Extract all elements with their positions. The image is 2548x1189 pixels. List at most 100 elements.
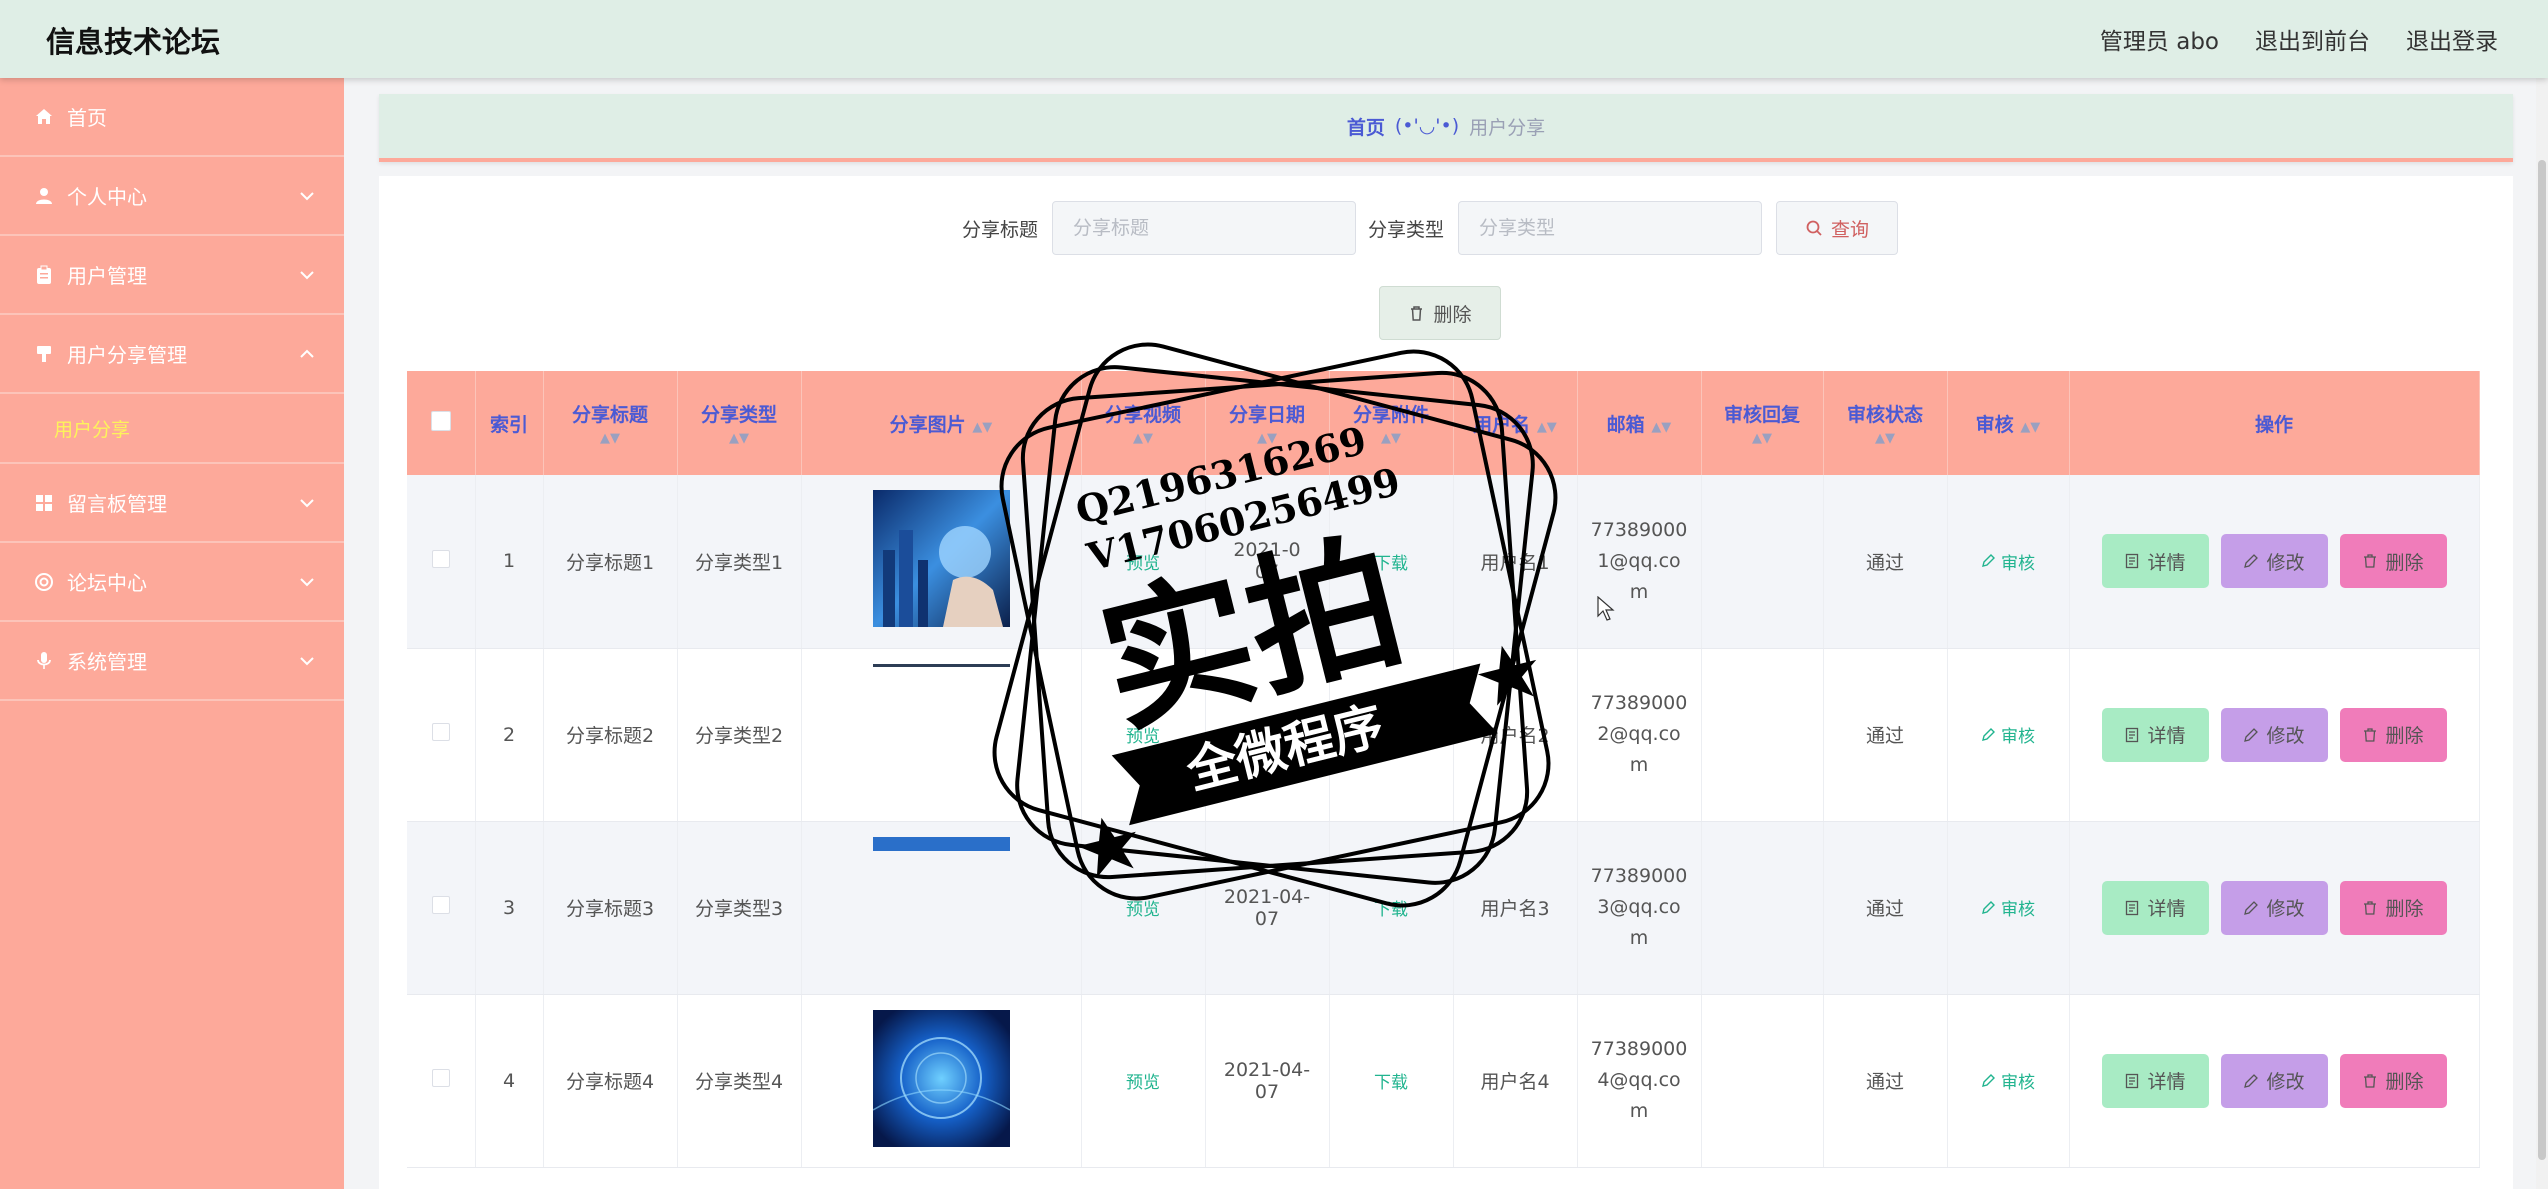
column-header[interactable]: 审核回复 ▲▼ bbox=[1701, 371, 1824, 475]
edit-pen-icon bbox=[1982, 554, 1995, 568]
index-value: 3 bbox=[502, 896, 516, 919]
detail-button[interactable]: 详情 bbox=[2101, 1053, 2209, 1108]
type-search-input[interactable] bbox=[1458, 201, 1763, 255]
column-header[interactable]: 邮箱 ▲▼ bbox=[1577, 371, 1702, 475]
column-header-label: 邮箱 bbox=[1606, 413, 1645, 436]
attachment-download-link[interactable]: 下载 bbox=[1374, 1073, 1408, 1093]
sidebar-item-home[interactable]: 首页 bbox=[0, 78, 344, 157]
row-checkbox[interactable] bbox=[431, 1069, 450, 1087]
audit-link[interactable]: 审核 bbox=[1981, 549, 2035, 574]
trash-icon bbox=[1411, 305, 1423, 321]
title-search-input[interactable] bbox=[1052, 201, 1357, 255]
column-header[interactable]: 分享类型 ▲▼ bbox=[677, 371, 802, 475]
sidebar-item-forum-center[interactable]: 论坛中心 bbox=[0, 543, 344, 622]
audit-link[interactable]: 审核 bbox=[1981, 722, 2035, 747]
sort-icon[interactable]: ▲▼ bbox=[544, 431, 677, 446]
column-header[interactable]: 分享视频 ▲▼ bbox=[1081, 371, 1206, 475]
vertical-scrollbar[interactable] bbox=[2536, 78, 2548, 1189]
sort-icon[interactable]: ▲▼ bbox=[1330, 431, 1453, 446]
audit-link-label: 审核 bbox=[2001, 727, 2035, 747]
sidebar-item-personal-center[interactable]: 个人中心 bbox=[0, 157, 344, 236]
column-header[interactable]: 审核 ▲▼ bbox=[1947, 371, 2070, 475]
attachment-download-link[interactable]: 下载 bbox=[1374, 900, 1408, 920]
mouse-cursor bbox=[1597, 596, 1615, 621]
batch-delete-button[interactable]: 删除 bbox=[1379, 286, 1501, 340]
username-cell: 用户名2 bbox=[1453, 648, 1578, 822]
sidebar-item-message-board[interactable]: 留言板管理 bbox=[0, 464, 344, 543]
detail-button[interactable]: 详情 bbox=[2101, 534, 2209, 589]
username-cell: 用户名3 bbox=[1453, 821, 1578, 995]
row-checkbox[interactable] bbox=[431, 723, 450, 741]
video-cell: 预览 bbox=[1081, 648, 1206, 822]
delete-button[interactable]: 删除 bbox=[2339, 1053, 2447, 1108]
video-preview-link[interactable]: 预览 bbox=[1126, 554, 1160, 574]
share-type: 分享类型2 bbox=[694, 725, 784, 747]
video-preview-link[interactable]: 预览 bbox=[1126, 900, 1160, 920]
sort-icon[interactable]: ▲▼ bbox=[1206, 431, 1329, 446]
sort-icon[interactable]: ▲▼ bbox=[1651, 420, 1671, 435]
delete-button[interactable]: 删除 bbox=[2339, 880, 2447, 935]
row-actions: 详情 修改 删除 bbox=[2070, 880, 2479, 935]
share-title: 分享标题2 bbox=[565, 725, 655, 747]
document-icon bbox=[2126, 554, 2139, 569]
sidebar-subitem-user-share[interactable]: 用户分享 bbox=[0, 394, 344, 464]
audit-link[interactable]: 审核 bbox=[1981, 1068, 2035, 1093]
edit-button[interactable]: 修改 bbox=[2220, 1053, 2328, 1108]
video-preview-link[interactable]: 预览 bbox=[1126, 1073, 1160, 1093]
delete-button-label: 删除 bbox=[2385, 898, 2424, 920]
delete-button[interactable]: 删除 bbox=[2339, 707, 2447, 762]
audit-link[interactable]: 审核 bbox=[1981, 895, 2035, 920]
column-header-label: 分享附件 bbox=[1352, 404, 1429, 426]
sort-icon[interactable]: ▲▼ bbox=[2020, 420, 2040, 435]
edit-icon bbox=[2244, 900, 2259, 915]
sort-icon[interactable]: ▲▼ bbox=[1702, 431, 1823, 446]
back-to-front-link[interactable]: 退出到前台 bbox=[2255, 22, 2370, 56]
detail-button[interactable]: 详情 bbox=[2101, 707, 2209, 762]
sort-icon[interactable]: ▲▼ bbox=[678, 431, 801, 446]
table-row: 4 分享标题4 分享类型4 预览 2021-04- 07 下载 用户名4 77389000 4@q… bbox=[407, 994, 2480, 1168]
edit-button[interactable]: 修改 bbox=[2220, 534, 2328, 589]
sidebar-item-share-management[interactable]: 用户分享管理 bbox=[0, 315, 344, 394]
edit-button[interactable]: 修改 bbox=[2220, 707, 2328, 762]
date-cell: 2021-0 bbox=[1205, 648, 1330, 822]
video-preview-link[interactable]: 预览 bbox=[1126, 727, 1160, 747]
sidebar-item-label: 系统管理 bbox=[67, 650, 147, 674]
scrollbar-thumb[interactable] bbox=[2538, 160, 2546, 1160]
column-header[interactable]: 审核状态 ▲▼ bbox=[1823, 371, 1948, 475]
audit-cell: 审核 bbox=[1947, 821, 2070, 995]
batch-delete-label: 删除 bbox=[1433, 303, 1472, 326]
sidebar-item-user-management[interactable]: 用户管理 bbox=[0, 236, 344, 315]
table-header-row: 索引 分享标题 ▲▼ 分享类型 ▲▼ 分享图片 ▲▼ 分享视频 ▲▼ 分享日期 ▲▼ 分… bbox=[407, 371, 2480, 475]
username-cell: 用户名4 bbox=[1453, 994, 1578, 1168]
logout-link[interactable]: 退出登录 bbox=[2406, 22, 2498, 56]
sort-icon[interactable]: ▲▼ bbox=[1537, 420, 1557, 435]
sort-icon[interactable]: ▲▼ bbox=[1082, 431, 1205, 446]
row-checkbox[interactable] bbox=[431, 896, 450, 914]
query-button[interactable]: 查询 bbox=[1776, 201, 1899, 255]
column-header[interactable]: 分享图片 ▲▼ bbox=[801, 371, 1082, 475]
attachment-download-link[interactable]: 下载 bbox=[1374, 554, 1408, 574]
sort-icon[interactable]: ▲▼ bbox=[972, 420, 992, 435]
column-header[interactable]: 分享日期 ▲▼ bbox=[1205, 371, 1330, 475]
column-header-label: 用户名 bbox=[1473, 413, 1531, 436]
detail-button-label: 详情 bbox=[2147, 1071, 2186, 1093]
sidebar-item-system-management[interactable]: 系统管理 bbox=[0, 622, 344, 701]
row-checkbox[interactable] bbox=[431, 549, 450, 568]
search-bar: 分享标题 分享类型 查询 bbox=[962, 201, 1899, 255]
column-header[interactable]: 分享附件 ▲▼ bbox=[1329, 371, 1454, 475]
image-cell bbox=[801, 994, 1082, 1168]
help-icon bbox=[33, 571, 55, 593]
column-header[interactable]: 分享标题 ▲▼ bbox=[543, 371, 678, 475]
column-header[interactable]: 用户名 ▲▼ bbox=[1453, 371, 1578, 475]
breadcrumb-home[interactable]: 首页 bbox=[1347, 113, 1385, 140]
sort-icon[interactable]: ▲▼ bbox=[1824, 431, 1947, 446]
date-cell: 2021-04- 07 bbox=[1205, 821, 1330, 995]
detail-button[interactable]: 详情 bbox=[2101, 880, 2209, 935]
review-reply-cell bbox=[1701, 994, 1824, 1168]
audit-cell: 审核 bbox=[1947, 475, 2070, 649]
delete-button[interactable]: 删除 bbox=[2339, 534, 2447, 589]
edit-button[interactable]: 修改 bbox=[2220, 880, 2328, 935]
edit-button-label: 修改 bbox=[2266, 551, 2305, 574]
column-header-label: 索引 bbox=[489, 413, 528, 436]
select-all-checkbox[interactable] bbox=[430, 410, 451, 431]
